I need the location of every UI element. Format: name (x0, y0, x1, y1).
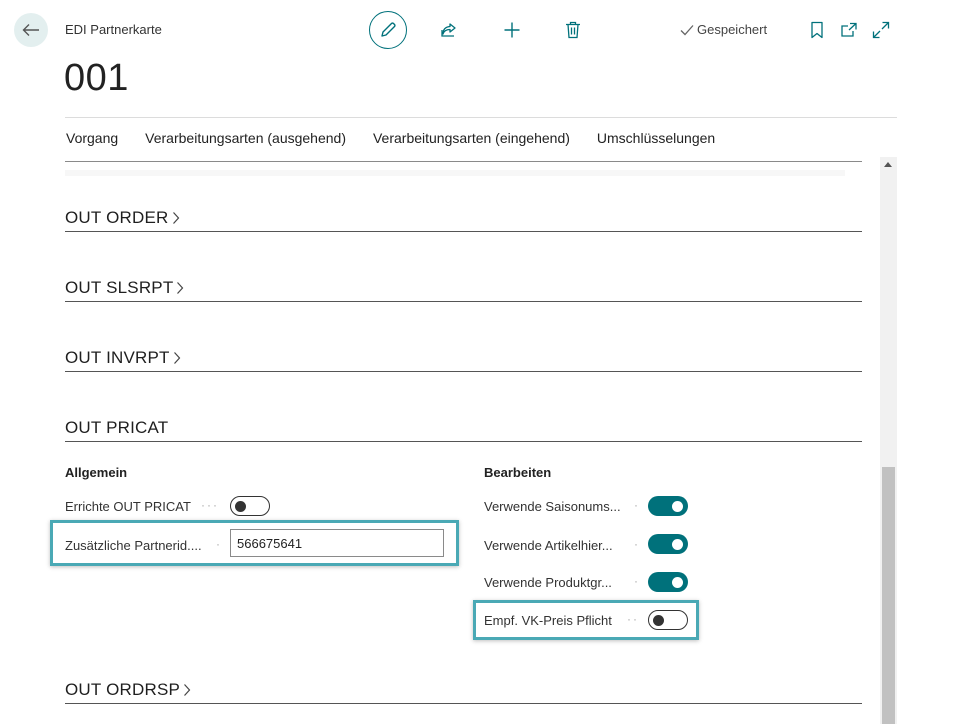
edit-button[interactable] (369, 11, 407, 49)
group-title-allgemein: Allgemein (65, 465, 128, 480)
section-out-ordrsp[interactable]: OUT ORDRSP (65, 674, 862, 704)
chevron-right-icon (173, 352, 180, 364)
action-menu: Vorgang Verarbeitungsarten (ausgehend) V… (66, 130, 742, 146)
bookmark-button[interactable] (801, 14, 833, 46)
field-label-verwende-saisonums: Verwende Saisonums... (484, 499, 621, 514)
section-title: OUT SLSRPT (65, 278, 174, 297)
section-out-pricat[interactable]: OUT PRICAT (65, 412, 862, 442)
field-leader-dots: ··· (201, 498, 219, 512)
section-out-slsrpt[interactable]: OUT SLSRPT (65, 272, 862, 302)
section-title: OUT ORDER (65, 208, 169, 227)
delete-button[interactable] (557, 14, 589, 46)
scroll-up-arrow-icon[interactable] (884, 162, 892, 167)
record-title: 001 (64, 57, 129, 99)
chevron-right-icon (184, 684, 191, 696)
menu-item-verarbeitungsarten-ausgehend[interactable]: Verarbeitungsarten (ausgehend) (145, 130, 346, 146)
pencil-icon (381, 22, 396, 37)
menu-item-umschluesselungen[interactable]: Umschlüsselungen (597, 130, 715, 146)
chevron-right-icon (172, 212, 179, 224)
saved-status: Gespeichert (680, 22, 767, 37)
open-new-window-button[interactable] (833, 14, 865, 46)
section-title: OUT ORDRSP (65, 680, 181, 699)
menu-item-verarbeitungsarten-eingehend[interactable]: Verarbeitungsarten (eingehend) (373, 130, 570, 146)
scrollbar-thumb[interactable] (882, 467, 895, 724)
expand-icon (872, 21, 890, 39)
check-icon (680, 24, 694, 35)
verwende-produktgr-toggle[interactable] (648, 572, 688, 592)
open-new-window-icon (841, 22, 857, 37)
share-icon (441, 23, 456, 37)
field-leader-dots: · (634, 537, 640, 551)
field-leader-dots: · (634, 574, 640, 588)
field-label-verwende-artikelhier: Verwende Artikelhier... (484, 538, 613, 553)
field-leader-dots: · (634, 498, 640, 512)
expand-button[interactable] (865, 14, 897, 46)
page-caption: EDI Partnerkarte (65, 22, 162, 37)
saved-status-label: Gespeichert (697, 22, 768, 37)
verwende-artikelhier-toggle[interactable] (648, 534, 688, 554)
menu-item-vorgang[interactable]: Vorgang (66, 130, 118, 146)
arrow-left-icon (22, 24, 39, 36)
trash-icon (566, 21, 580, 39)
section-title: OUT INVRPT (65, 348, 170, 367)
highlight-frame-vk-preis (473, 600, 699, 640)
section-out-order[interactable]: OUT ORDER (65, 202, 862, 232)
plus-icon (504, 22, 520, 38)
group-title-bearbeiten: Bearbeiten (484, 465, 552, 480)
back-button[interactable] (14, 13, 48, 47)
errichte-out-pricat-toggle[interactable] (230, 496, 270, 516)
share-button[interactable] (433, 14, 465, 46)
content-shadow (65, 170, 845, 176)
highlight-frame-partnerid (50, 520, 459, 566)
vertical-scrollbar[interactable] (880, 157, 897, 724)
section-title: OUT PRICAT (65, 418, 169, 437)
title-divider (65, 117, 897, 118)
new-button[interactable] (496, 14, 528, 46)
verwende-saisonums-toggle[interactable] (648, 496, 688, 516)
chevron-right-icon (177, 282, 184, 294)
section-out-invrpt[interactable]: OUT INVRPT (65, 342, 862, 372)
field-label-errichte-out-pricat: Errichte OUT PRICAT (65, 499, 191, 514)
bookmark-icon (811, 21, 823, 39)
field-label-verwende-produktgr: Verwende Produktgr... (484, 575, 612, 590)
content-divider (65, 161, 862, 162)
